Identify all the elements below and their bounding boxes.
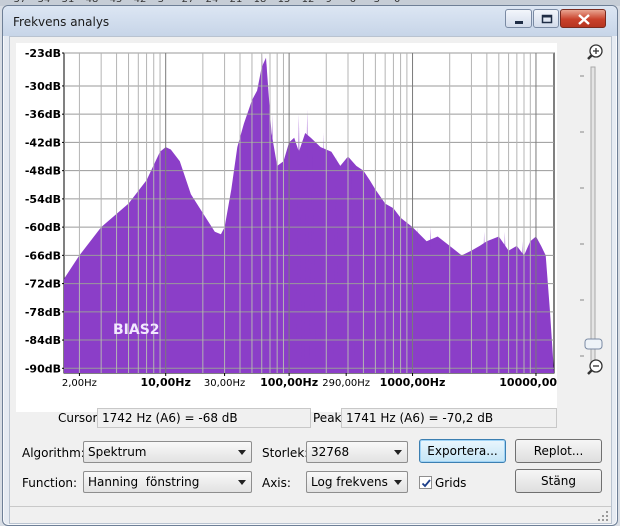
algorithm-value: Spektrum	[88, 445, 147, 459]
chevron-down-icon	[394, 480, 402, 485]
replot-button[interactable]: Replot...	[515, 439, 602, 463]
status-bar	[10, 506, 611, 523]
close-button[interactable]: Stäng	[515, 469, 602, 493]
x-tick-label: 100,00Hz	[260, 376, 318, 389]
maximize-button[interactable]	[533, 9, 559, 28]
zoom-out-icon[interactable]	[587, 359, 603, 375]
x-tick-label: 10,00Hz	[140, 376, 190, 389]
chevron-down-icon	[238, 450, 246, 455]
size-label: Storlek:	[262, 446, 309, 460]
spectrum-plot: -23dB -30dB -36dB -42dB -48dB -54dB -60dB -66dB…	[16, 43, 573, 412]
size-value: 32768	[311, 445, 350, 459]
zoom-slider-thumb[interactable]	[584, 338, 603, 350]
cursor-readout: 1742 Hz (A6) = -68 dB	[97, 408, 311, 428]
function-value: Hanning fönstring	[88, 475, 200, 489]
title-bar[interactable]: Frekvens analys	[3, 6, 617, 36]
export-button[interactable]: Exportera...	[419, 439, 506, 463]
zoom-panel	[570, 39, 606, 409]
y-tick-label: -42dB	[25, 136, 61, 149]
y-tick-label: -90dB	[25, 362, 61, 375]
y-tick-label: -78dB	[25, 306, 61, 319]
y-tick-label: -30dB	[25, 80, 61, 93]
check-icon	[421, 479, 431, 488]
y-tick-label: -84dB	[25, 334, 61, 347]
size-select[interactable]: 32768	[306, 441, 408, 463]
function-label: Function:	[22, 476, 78, 490]
axis-select[interactable]: Log frekvens	[306, 471, 408, 493]
plot-annotation: BIAS2	[113, 322, 160, 338]
minimize-button[interactable]	[505, 9, 532, 28]
axis-label: Axis:	[262, 476, 291, 490]
y-tick-label: -60dB	[25, 221, 61, 234]
y-tick-label: -23dB	[25, 47, 61, 60]
peak-readout: 1741 Hz (A6) = -70,2 dB	[341, 408, 557, 428]
x-tick-label: 1000,00Hz	[380, 376, 446, 389]
x-tick-label: 2,00Hz	[62, 378, 97, 389]
x-tick-label: 30,00Hz	[204, 378, 245, 389]
axis-value: Log frekvens	[311, 475, 388, 489]
chevron-down-icon	[238, 480, 246, 485]
chevron-down-icon	[394, 450, 402, 455]
window-title: Frekvens analys	[13, 15, 110, 29]
x-tick-label: 290,00Hz	[322, 378, 370, 389]
y-tick-label: -48dB	[25, 165, 61, 178]
maximize-icon	[541, 14, 553, 24]
grids-label: Grids	[435, 476, 467, 490]
y-tick-label: -72dB	[25, 278, 61, 291]
zoom-in-icon[interactable]	[587, 44, 603, 60]
spectrum-chart: -23dB -30dB -36dB -42dB -48dB -54dB -60dB -66dB…	[25, 47, 573, 389]
y-tick-label: -66dB	[25, 249, 61, 262]
dialog-client: -23dB -30dB -36dB -42dB -48dB -54dB -60dB -66dB…	[9, 36, 612, 524]
zoom-slider-track[interactable]	[590, 66, 596, 368]
minimize-icon	[515, 21, 523, 24]
function-select[interactable]: Hanning fönstring	[83, 471, 252, 493]
y-tick-label: -36dB	[25, 108, 61, 121]
algorithm-select[interactable]: Spektrum	[83, 441, 252, 463]
x-tick-label: 10000,00Hz	[499, 376, 557, 389]
close-icon	[578, 14, 590, 25]
y-tick-label: -54dB	[25, 193, 61, 206]
algorithm-label: Algorithm:	[22, 446, 85, 460]
resize-grip-icon[interactable]	[597, 510, 609, 522]
zoom-slider-ticks	[580, 75, 584, 357]
cursor-label: Cursor:	[58, 411, 102, 425]
grids-checkbox[interactable]	[419, 476, 432, 489]
dialog-window: Frekvens analys -23dB -30dB -36dB -42dB -48d…	[2, 5, 618, 526]
close-window-button[interactable]	[560, 9, 606, 28]
zoom-controls	[580, 44, 603, 375]
